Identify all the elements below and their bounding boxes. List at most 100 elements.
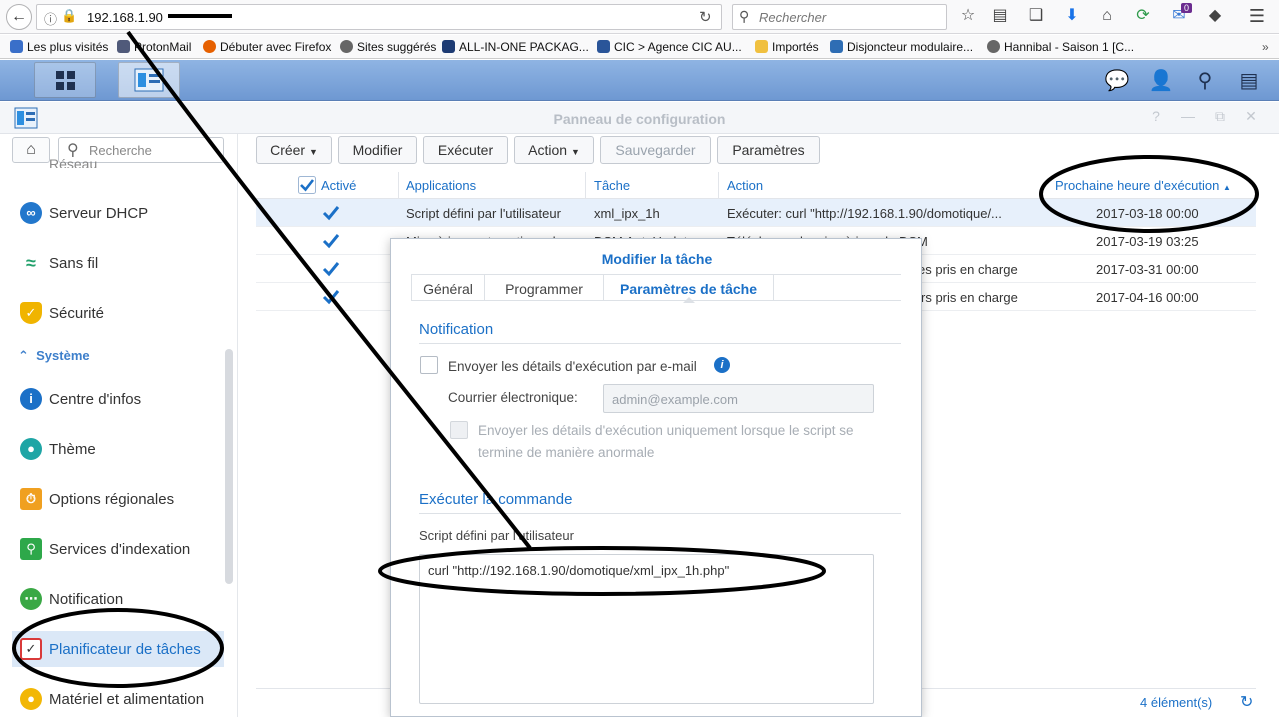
widgets-icon[interactable]: ▤	[1236, 68, 1262, 94]
chevron-up-icon: ⌃	[18, 348, 29, 363]
bookmark-item[interactable]: Importés	[755, 40, 819, 54]
abnormal-only-checkbox[interactable]	[450, 421, 468, 439]
bookmark-label: Disjoncteur modulaire...	[847, 40, 974, 54]
script-textarea[interactable]: curl "http://192.168.1.90/domotique/xml_…	[419, 554, 874, 704]
sidebar-item-hardware-power[interactable]: ● Matériel et alimentation	[12, 681, 224, 717]
column-header-task[interactable]: Tâche	[594, 178, 630, 193]
close-icon[interactable]: ✕	[1242, 108, 1260, 125]
cell-action: Exécuter: curl "http://192.168.1.90/domo…	[727, 206, 1002, 221]
sidebar-item-wireless[interactable]: ≈ Sans fil	[12, 245, 224, 281]
column-header-applications[interactable]: Applications	[406, 178, 476, 193]
column-header-enabled[interactable]: Activé	[321, 178, 356, 193]
create-button[interactable]: Créer ▼	[256, 136, 332, 164]
bookmark-item[interactable]: Sites suggérés	[340, 40, 436, 54]
email-field[interactable]: admin@example.com	[603, 384, 874, 413]
column-header-action[interactable]: Action	[727, 178, 763, 193]
tab-general[interactable]: Général	[412, 278, 484, 306]
home-icon[interactable]: ⌂	[12, 137, 50, 163]
search-icon[interactable]: ⚲	[1192, 68, 1218, 94]
info-icon[interactable]: i	[714, 357, 730, 373]
url-bar[interactable]: ⓘ 🔒 192.168.1.90 ↻	[36, 4, 722, 30]
dhcp-icon: ∞	[20, 202, 42, 224]
refresh-icon[interactable]: ↻	[1240, 692, 1253, 712]
cell-next-run: 2017-03-19 03:25	[1096, 234, 1199, 249]
back-arrow-icon[interactable]: ←	[6, 4, 32, 30]
reload-icon[interactable]: ↻	[699, 8, 712, 26]
control-panel-taskbar-button[interactable]	[118, 62, 180, 98]
send-email-label: Envoyer les détails d'exécution par e-ma…	[448, 359, 697, 374]
row-enabled-checkbox[interactable]	[322, 260, 340, 278]
pocket-icon[interactable]: ❑	[1027, 7, 1045, 25]
sidebar-item-task-scheduler[interactable]: ✓ Planificateur de tâches	[12, 631, 224, 667]
save-button[interactable]: Sauvegarder	[600, 136, 711, 164]
row-enabled-checkbox[interactable]	[322, 232, 340, 250]
notification-section-title: Notification	[419, 321, 494, 338]
home-icon[interactable]: ⌂	[1098, 7, 1116, 25]
download-icon[interactable]: ⬇	[1063, 7, 1081, 25]
run-button[interactable]: Exécuter	[423, 136, 508, 164]
row-enabled-checkbox[interactable]	[322, 288, 340, 306]
caret-down-icon: ▼	[308, 147, 318, 157]
send-email-checkbox[interactable]	[420, 356, 438, 374]
window-title: Panneau de configuration	[553, 111, 726, 127]
settings-button[interactable]: Paramètres	[717, 136, 820, 164]
row-enabled-checkbox[interactable]	[322, 204, 340, 222]
table-row[interactable]: Script défini par l'utilisateur xml_ipx_…	[256, 199, 1256, 227]
sidebar-item-info-center[interactable]: i Centre d'infos	[12, 381, 224, 417]
column-header-next-run[interactable]: Prochaine heure d'exécution ▲	[1055, 178, 1231, 193]
sidebar-item-indexing[interactable]: ⚲ Services d'indexation	[12, 531, 224, 567]
column-divider	[585, 172, 586, 199]
sidebar-item-notification[interactable]: ⋯ Notification	[12, 581, 224, 617]
bookmark-item[interactable]: Les plus visités	[10, 40, 108, 54]
bookmark-item[interactable]: Débuter avec Firefox	[203, 40, 331, 54]
tab-schedule[interactable]: Programmer	[485, 278, 603, 306]
section-divider	[419, 343, 901, 344]
help-icon[interactable]: ?	[1147, 108, 1165, 124]
folder-icon	[755, 40, 768, 53]
protonmail-icon	[117, 40, 130, 53]
maximize-icon[interactable]: ⧉	[1211, 108, 1229, 125]
sidebar-section-systeme[interactable]: ⌃ Système	[18, 348, 90, 364]
run-command-section-title: Exécuter la commande	[419, 491, 573, 508]
cell-next-run: 2017-03-31 00:00	[1096, 262, 1199, 277]
notification-icon: ⋯	[20, 588, 42, 610]
url-text[interactable]: 192.168.1.90	[87, 10, 163, 25]
edit-button[interactable]: Modifier	[338, 136, 417, 164]
star-icon[interactable]: ☆	[959, 7, 977, 25]
action-button[interactable]: Action ▼	[514, 136, 594, 164]
bookmark-item[interactable]: ProtonMail	[117, 40, 191, 54]
info-icon[interactable]: ⓘ	[44, 9, 57, 28]
sidebar-item-theme[interactable]: ● Thème	[12, 431, 224, 467]
bookmark-label: Les plus visités	[27, 40, 109, 54]
hamburger-menu-icon[interactable]: ☰	[1248, 7, 1266, 25]
sidebar-item-dhcp[interactable]: ∞ Serveur DHCP	[12, 195, 224, 231]
sidebar-scrollbar[interactable]	[225, 349, 233, 584]
main-menu-button[interactable]	[34, 62, 96, 98]
bookmark-item[interactable]: ALL-IN-ONE PACKAG...	[442, 40, 589, 54]
cell-action: es pris en charge	[918, 262, 1018, 277]
more-bookmarks-icon[interactable]: »	[1262, 40, 1269, 54]
script-label: Script défini par l'utilisateur	[419, 528, 574, 543]
sidebar-item-label: Sécurité	[49, 305, 105, 322]
sidebar-item-regional-options[interactable]: ⏱ Options régionales	[12, 481, 224, 517]
sort-ascending-icon: ▲	[1223, 183, 1231, 192]
sidebar-item-security[interactable]: ✓ Sécurité	[12, 295, 224, 331]
minimize-icon[interactable]: —	[1179, 108, 1197, 124]
bookmark-item[interactable]: Hannibal - Saison 1 [C...	[987, 40, 1134, 54]
grid-icon	[56, 71, 75, 90]
user-icon[interactable]: 👤	[1148, 68, 1174, 94]
extension-icon[interactable]: ◆	[1206, 7, 1224, 25]
email-placeholder: admin@example.com	[612, 392, 738, 407]
sidebar-item-reseau-partial[interactable]: Réseau	[49, 156, 97, 168]
bookmark-item[interactable]: Disjoncteur modulaire...	[830, 40, 973, 54]
control-panel-icon	[134, 68, 164, 92]
reading-list-icon[interactable]: ▤	[991, 7, 1009, 25]
bookmark-item[interactable]: CIC > Agence CIC AU...	[597, 40, 742, 54]
browser-search-input[interactable]: ⚲ Rechercher	[732, 4, 947, 30]
chat-icon[interactable]: 💬	[1104, 68, 1130, 94]
sync-icon[interactable]: ⟳	[1134, 7, 1152, 25]
notification-count-badge: 0	[1181, 3, 1193, 13]
magnifier-icon: ⚲	[739, 8, 750, 24]
aio-icon	[442, 40, 455, 53]
select-all-checkbox[interactable]	[298, 176, 316, 194]
